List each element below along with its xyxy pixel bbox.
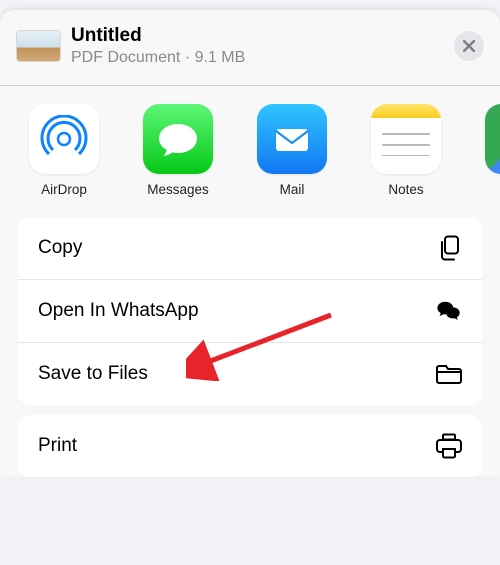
notes-icon <box>371 104 441 174</box>
action-label: Open In WhatsApp <box>38 300 199 322</box>
copy-icon <box>436 235 462 261</box>
app-label: AirDrop <box>41 182 87 197</box>
airdrop-app[interactable]: AirDrop <box>10 104 118 197</box>
close-icon <box>463 40 475 52</box>
save-to-files-action[interactable]: Save to Files <box>18 342 482 405</box>
next-app[interactable] <box>466 104 500 197</box>
open-whatsapp-action[interactable]: Open In WhatsApp <box>18 279 482 342</box>
messages-icon <box>143 104 213 174</box>
next-app-icon <box>485 104 500 174</box>
printer-icon <box>436 433 462 459</box>
share-apps-row[interactable]: AirDrop Messages Mail <box>0 86 500 217</box>
share-sheet: Untitled PDF Document · 9.1 MB AirDrop <box>0 10 500 477</box>
actions-group-1: Copy Open In WhatsApp <box>18 217 482 405</box>
document-thumbnail <box>16 30 61 62</box>
mail-app[interactable]: Mail <box>238 104 346 197</box>
print-action[interactable]: Print <box>18 415 482 477</box>
document-title: Untitled <box>71 25 444 48</box>
mail-icon <box>257 104 327 174</box>
close-button[interactable] <box>454 31 484 61</box>
messages-app[interactable]: Messages <box>124 104 232 197</box>
share-header: Untitled PDF Document · 9.1 MB <box>0 10 500 85</box>
actions-group-2: Print <box>18 415 482 477</box>
action-label: Copy <box>38 237 82 259</box>
header-text: Untitled PDF Document · 9.1 MB <box>71 25 444 67</box>
action-label: Print <box>38 435 77 457</box>
airdrop-icon <box>29 104 99 174</box>
folder-icon <box>436 361 462 387</box>
copy-action[interactable]: Copy <box>18 217 482 279</box>
actions-section: Copy Open In WhatsApp <box>0 217 500 477</box>
app-label: Mail <box>280 182 305 197</box>
action-label: Save to Files <box>38 363 148 385</box>
chat-icon <box>436 298 462 324</box>
document-subtitle: PDF Document · 9.1 MB <box>71 49 444 67</box>
app-label: Messages <box>147 182 209 197</box>
app-label: Notes <box>388 182 423 197</box>
notes-app[interactable]: Notes <box>352 104 460 197</box>
